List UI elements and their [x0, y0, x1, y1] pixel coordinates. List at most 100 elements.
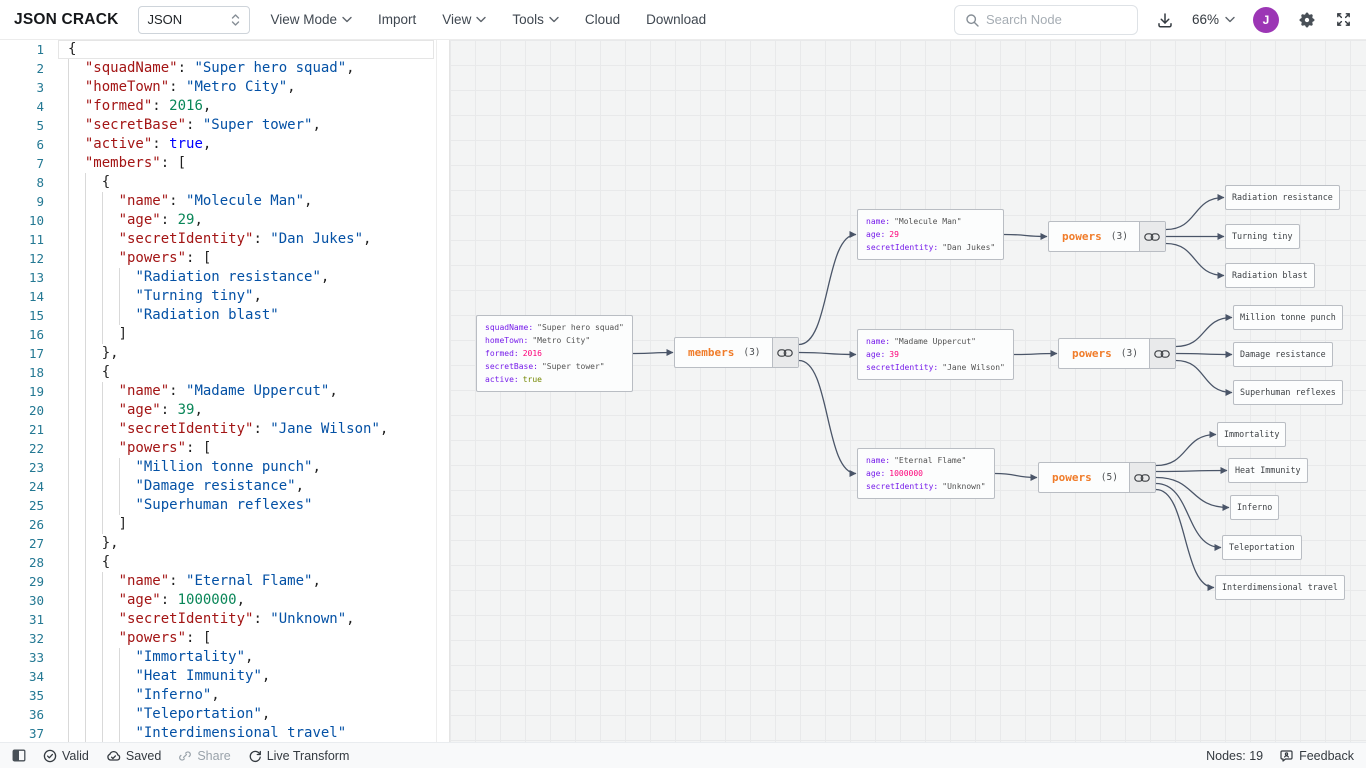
code-line[interactable]: 13 "Radiation resistance", [0, 268, 449, 287]
share-button[interactable]: Share [178, 749, 230, 763]
code-line[interactable]: 27 }, [0, 534, 449, 553]
menu-import[interactable]: Import [378, 12, 416, 27]
code-line[interactable]: 2 "squadName": "Super hero squad", [0, 59, 449, 78]
graph-node-l9[interactable]: Inferno [1230, 495, 1279, 520]
graph-node-l1[interactable]: Radiation resistance [1225, 185, 1340, 210]
line-number: 31 [0, 610, 44, 629]
line-number: 35 [0, 686, 44, 705]
code-line[interactable]: 24 "Damage resistance", [0, 477, 449, 496]
indent-guide [85, 268, 86, 287]
graph-node-members[interactable]: members(3) [674, 337, 799, 368]
code-line[interactable]: 7 "members": [ [0, 154, 449, 173]
code-line[interactable]: 10 "age": 29, [0, 211, 449, 230]
code-line[interactable]: 15 "Radiation blast" [0, 306, 449, 325]
node-text: powers(5) [1039, 463, 1129, 492]
indent-guide [68, 135, 69, 154]
graph-edge [1166, 244, 1224, 276]
graph-node-m2[interactable]: name:"Madame Uppercut"age:39secretIdenti… [857, 329, 1014, 380]
line-number: 36 [0, 705, 44, 724]
graph-node-l6[interactable]: Superhuman reflexes [1233, 380, 1343, 405]
code-line[interactable]: 31 "secretIdentity": "Unknown", [0, 610, 449, 629]
code-line[interactable]: 12 "powers": [ [0, 249, 449, 268]
graph-node-l10[interactable]: Teleportation [1222, 535, 1302, 560]
code-line[interactable]: 14 "Turning tiny", [0, 287, 449, 306]
graph-node-l7[interactable]: Immortality [1217, 422, 1286, 447]
feedback-button[interactable]: Feedback [1279, 749, 1354, 763]
code-line[interactable]: 33 "Immortality", [0, 648, 449, 667]
indent-guide [85, 477, 86, 496]
expand-collapse-button[interactable] [1129, 463, 1155, 492]
code-line[interactable]: 6 "active": true, [0, 135, 449, 154]
code-line[interactable]: 36 "Teleportation", [0, 705, 449, 724]
indent-guide [102, 458, 103, 477]
graph-node-l3[interactable]: Radiation blast [1225, 263, 1315, 288]
graph-node-l2[interactable]: Turning tiny [1225, 224, 1300, 249]
zoom-control[interactable]: 66% [1192, 12, 1235, 27]
graph-node-l5[interactable]: Damage resistance [1233, 342, 1333, 367]
menu-view-mode[interactable]: View Mode [270, 12, 352, 27]
code-line[interactable]: 8 { [0, 173, 449, 192]
menu-cloud[interactable]: Cloud [585, 12, 620, 27]
graph-node-l4[interactable]: Million tonne punch [1233, 305, 1343, 330]
code-line[interactable]: 1{ [0, 40, 449, 59]
graph-node-p2[interactable]: powers(3) [1058, 338, 1176, 369]
code-line[interactable]: 32 "powers": [ [0, 629, 449, 648]
expand-collapse-button[interactable] [1139, 222, 1165, 251]
graph-node-l8[interactable]: Heat Immunity [1228, 458, 1308, 483]
code-line[interactable]: 25 "Superhuman reflexes" [0, 496, 449, 515]
graph-node-m1[interactable]: name:"Molecule Man"age:29secretIdentity:… [857, 209, 1004, 260]
code-line[interactable]: 34 "Heat Immunity", [0, 667, 449, 686]
code-line[interactable]: 17 }, [0, 344, 449, 363]
json-editor[interactable]: 1{2 "squadName": "Super hero squad",3 "h… [0, 40, 450, 742]
graph-node-l11[interactable]: Interdimensional travel [1215, 575, 1345, 600]
expand-collapse-button[interactable] [772, 338, 798, 367]
fullscreen-button[interactable] [1335, 11, 1352, 28]
code-line[interactable]: 29 "name": "Eternal Flame", [0, 572, 449, 591]
code-text: "powers": [ [44, 630, 211, 646]
download-image-button[interactable] [1156, 11, 1174, 29]
graph-node-p1[interactable]: powers(3) [1048, 221, 1166, 252]
graph-canvas[interactable]: squadName:"Super hero squad"homeTown:"Me… [450, 40, 1366, 742]
code-line[interactable]: 22 "powers": [ [0, 439, 449, 458]
code-line[interactable]: 3 "homeTown": "Metro City", [0, 78, 449, 97]
graph-node-root[interactable]: squadName:"Super hero squad"homeTown:"Me… [476, 315, 633, 392]
code-line[interactable]: 5 "secretBase": "Super tower", [0, 116, 449, 135]
line-number: 18 [0, 363, 44, 382]
code-line[interactable]: 35 "Inferno", [0, 686, 449, 705]
line-number: 12 [0, 249, 44, 268]
settings-gear-button[interactable] [1297, 10, 1317, 30]
graph-edge [1176, 361, 1232, 393]
menu-view[interactable]: View [442, 12, 486, 27]
format-select[interactable]: JSON [138, 6, 250, 34]
avatar[interactable]: J [1253, 7, 1279, 33]
live-transform-toggle[interactable]: Live Transform [248, 749, 350, 763]
line-number: 3 [0, 78, 44, 97]
app-logo[interactable]: JSON CRACK [14, 11, 118, 29]
code-text: "Turning tiny", [44, 288, 262, 304]
editor-scrollbar[interactable] [436, 40, 437, 742]
indent-guide [85, 192, 86, 211]
code-line[interactable]: 26 ] [0, 515, 449, 534]
code-line[interactable]: 9 "name": "Molecule Man", [0, 192, 449, 211]
code-line[interactable]: 28 { [0, 553, 449, 572]
code-line[interactable]: 19 "name": "Madame Uppercut", [0, 382, 449, 401]
code-line[interactable]: 16 ] [0, 325, 449, 344]
code-line[interactable]: 20 "age": 39, [0, 401, 449, 420]
code-line[interactable]: 4 "formed": 2016, [0, 97, 449, 116]
menu-download[interactable]: Download [646, 12, 706, 27]
search-input[interactable] [986, 12, 1127, 27]
toggle-editor-panel-button[interactable] [12, 749, 26, 762]
node-row: secretIdentity:"Unknown" [866, 480, 986, 493]
graph-node-p3[interactable]: powers(5) [1038, 462, 1156, 493]
menu-tools[interactable]: Tools [512, 12, 559, 27]
expand-collapse-button[interactable] [1149, 339, 1175, 368]
line-number: 17 [0, 344, 44, 363]
code-line[interactable]: 30 "age": 1000000, [0, 591, 449, 610]
graph-node-m3[interactable]: name:"Eternal Flame"age:1000000secretIde… [857, 448, 995, 499]
code-line[interactable]: 23 "Million tonne punch", [0, 458, 449, 477]
code-line[interactable]: 18 { [0, 363, 449, 382]
indent-guide [68, 116, 69, 135]
code-line[interactable]: 21 "secretIdentity": "Jane Wilson", [0, 420, 449, 439]
code-line[interactable]: 11 "secretIdentity": "Dan Jukes", [0, 230, 449, 249]
code-line[interactable]: 37 "Interdimensional travel" [0, 724, 449, 742]
